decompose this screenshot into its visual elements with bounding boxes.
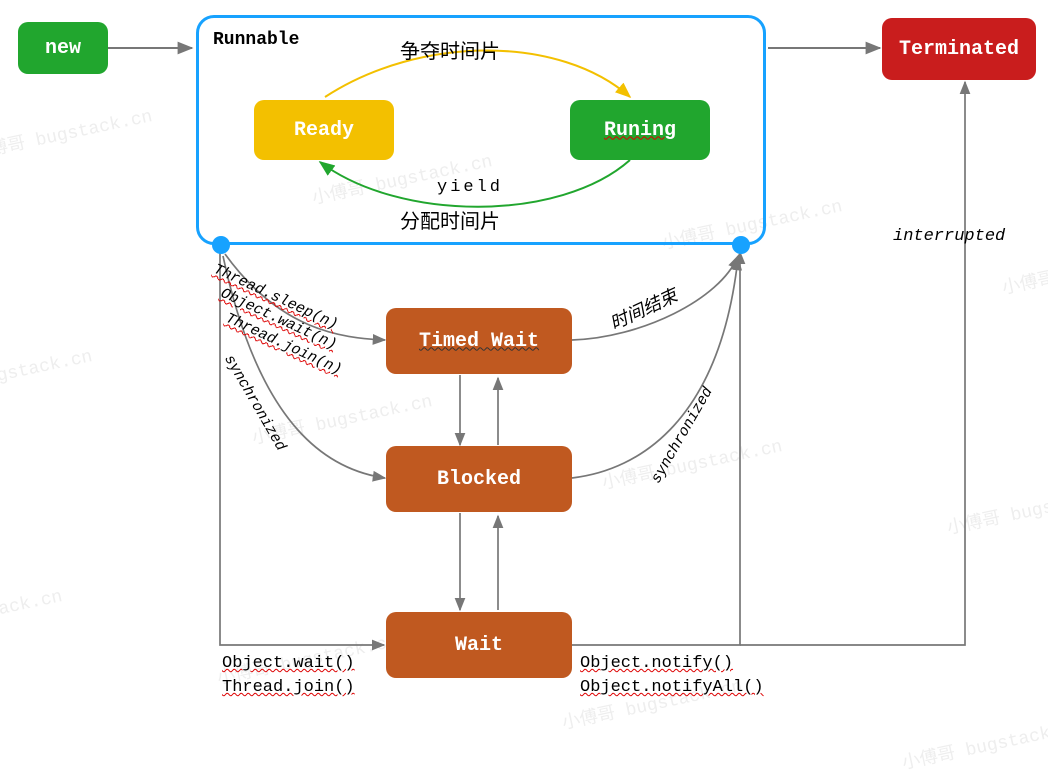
label-interrupted: interrupted bbox=[893, 227, 1005, 246]
label-synchronized-left: synchronized bbox=[220, 352, 289, 454]
watermark: 小傅哥 bugstack.cn bbox=[944, 476, 1048, 540]
label-compete-slice: 争夺时间片 bbox=[400, 35, 500, 65]
label-time-over: 时间结束 bbox=[605, 282, 681, 336]
watermark: 小傅哥 bugstack.cn bbox=[599, 431, 784, 495]
state-running: Runing bbox=[570, 100, 710, 160]
state-blocked: Blocked bbox=[386, 446, 572, 512]
state-timed-wait: Timed Wait bbox=[386, 308, 572, 374]
runnable-label: Runnable bbox=[213, 30, 299, 50]
label-thread-join: Thread.join() bbox=[222, 678, 355, 697]
state-wait: Wait bbox=[386, 612, 572, 678]
runnable-left-dot bbox=[212, 236, 230, 254]
watermark: 小傅哥 bugstack.cn bbox=[999, 236, 1048, 300]
label-allocate-slice: 分配时间片 bbox=[400, 205, 500, 235]
label-object-notifyall: Object.notifyAll() bbox=[580, 678, 764, 697]
label-object-notify: Object.notify() bbox=[580, 654, 733, 673]
watermark: 小傅哥 bugstack.cn bbox=[0, 581, 64, 645]
watermark: 小傅哥 bugstack.cn bbox=[0, 341, 94, 405]
state-new: new bbox=[18, 22, 108, 74]
label-object-wait: Object.wait() bbox=[222, 654, 355, 673]
label-synchronized-right: synchronized bbox=[648, 384, 717, 486]
label-yield: yield bbox=[437, 178, 503, 197]
watermark: 小傅哥 bugstack.cn bbox=[0, 101, 154, 165]
state-terminated: Terminated bbox=[882, 18, 1036, 80]
watermark: 小傅哥 bugstack.cn bbox=[899, 711, 1048, 775]
runnable-right-dot bbox=[732, 236, 750, 254]
state-ready: Ready bbox=[254, 100, 394, 160]
